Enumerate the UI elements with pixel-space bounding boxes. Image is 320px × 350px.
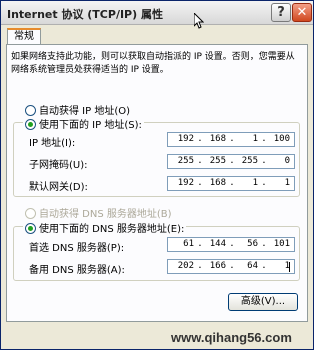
close-button[interactable]: ✕ xyxy=(292,3,312,22)
ip-address-label: IP 地址(I): xyxy=(29,138,76,149)
ip-settings-description: 如果网络支持此功能，则可以获取自动指派的 IP 设置。否则，您需要从网络系统管理… xyxy=(11,52,295,75)
octet: 255 xyxy=(241,156,258,166)
octet: 255 xyxy=(209,156,226,166)
tcpip-properties-dialog: Internet 协议 (TCP/IP) 属性 ? ✕ 常规 如果网络支持此功能… xyxy=(0,0,314,350)
auto-dns-label: 自动获得 DNS 服务器地址(B) xyxy=(39,209,172,220)
auto-dns-radio[interactable]: 自动获得 DNS 服务器地址(B) xyxy=(25,205,172,220)
question-icon: ? xyxy=(277,5,285,20)
radio-indicator xyxy=(25,119,36,130)
alternate-dns-input[interactable]: 202 . 166 . 64 . 1 xyxy=(167,259,295,274)
dialog-title: Internet 协议 (TCP/IP) 属性 xyxy=(7,8,163,21)
octet: 202 xyxy=(177,261,194,271)
octet: 1 xyxy=(284,261,290,271)
tab-general[interactable]: 常规 xyxy=(7,28,41,45)
default-gateway-input[interactable]: 192 . 168 . 1 . 1 xyxy=(167,176,295,191)
octet: 1 xyxy=(252,178,258,188)
octet: 255 xyxy=(177,156,194,166)
radio-indicator xyxy=(25,223,36,234)
mouse-pointer-icon xyxy=(194,13,204,29)
octet: 168 xyxy=(209,134,226,144)
title-bar[interactable]: Internet 协议 (TCP/IP) 属性 ? ✕ xyxy=(1,1,313,25)
radio-indicator xyxy=(25,105,36,116)
octet: 61 xyxy=(183,239,194,249)
octet: 192 xyxy=(177,134,194,144)
manual-ip-radio[interactable]: 使用下面的 IP 地址(S): xyxy=(23,116,144,131)
subnet-mask-label: 子网掩码(U): xyxy=(29,160,88,171)
manual-dns-label: 使用下面的 DNS 服务器地址(E): xyxy=(39,224,185,235)
preferred-dns-input[interactable]: 61 . 144 . 56 . 101 xyxy=(167,237,295,252)
default-gateway-label: 默认网关(D): xyxy=(29,182,88,193)
radio-indicator xyxy=(25,208,36,219)
octet: 1 xyxy=(252,134,258,144)
octet: 101 xyxy=(273,239,290,249)
octet: 100 xyxy=(273,134,290,144)
octet: 168 xyxy=(209,178,226,188)
alternate-dns-label: 备用 DNS 服务器(A): xyxy=(29,265,125,276)
ip-address-input[interactable]: 192 . 168 . 1 . 100 xyxy=(167,132,295,147)
subnet-mask-input[interactable]: 255 . 255 . 255 . 0 xyxy=(167,154,295,169)
octet: 166 xyxy=(209,261,226,271)
help-button[interactable]: ? xyxy=(271,3,291,22)
octet: 0 xyxy=(284,156,290,166)
octet: 56 xyxy=(247,239,258,249)
manual-ip-label: 使用下面的 IP 地址(S): xyxy=(39,120,142,131)
octet: 144 xyxy=(209,239,226,249)
watermark: www.qihang56.com xyxy=(171,330,292,345)
auto-ip-radio[interactable]: 自动获得 IP 地址(O) xyxy=(25,102,130,117)
manual-dns-radio[interactable]: 使用下面的 DNS 服务器地址(E): xyxy=(23,220,187,235)
close-icon: ✕ xyxy=(296,5,308,20)
advanced-button[interactable]: 高级(V)... xyxy=(228,293,298,311)
octet: 64 xyxy=(247,261,258,271)
octet: 1 xyxy=(284,178,290,188)
preferred-dns-label: 首选 DNS 服务器(P): xyxy=(29,243,125,254)
tab-general-label: 常规 xyxy=(14,31,34,42)
octet: 192 xyxy=(177,178,194,188)
text-cursor xyxy=(289,262,290,272)
